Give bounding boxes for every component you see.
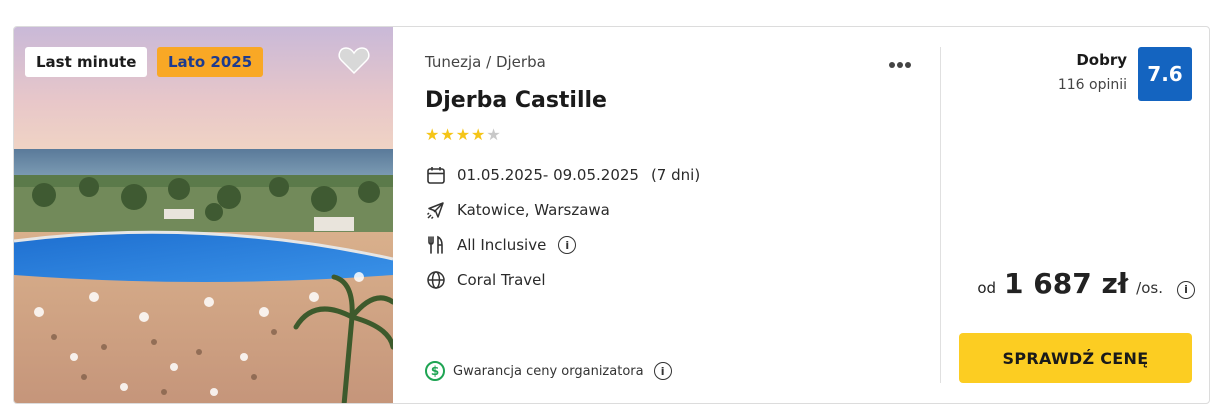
calendar-icon <box>425 164 447 186</box>
hotel-photo[interactable]: Last minute Lato 2025 <box>14 27 393 403</box>
hotel-card[interactable]: Last minute Lato 2025 Tunezja / Djerba D… <box>13 26 1210 404</box>
favorite-heart-icon[interactable] <box>338 45 370 75</box>
price-prefix: od <box>977 279 997 297</box>
star-icon: ★ <box>425 125 441 144</box>
star-empty-icon: ★ <box>486 125 502 144</box>
resort-image <box>14 27 393 403</box>
divider <box>940 47 941 383</box>
guarantee-text: Gwarancja ceny organizatora <box>453 363 644 379</box>
info-icon[interactable]: i <box>558 236 577 254</box>
rating-score-badge: 7.6 <box>1138 47 1192 101</box>
board-row: All Inclusive i <box>425 233 577 257</box>
departure-text: Katowice, Warszawa <box>457 201 610 219</box>
dollar-circle-icon: $ <box>425 361 445 381</box>
operator-text: Coral Travel <box>457 271 546 289</box>
season-badge: Lato 2025 <box>157 47 264 77</box>
duration-text: (7 dni) <box>650 166 701 184</box>
price-block: od 1 687 zł /os. i <box>977 267 1195 300</box>
globe-icon <box>425 269 447 291</box>
info-icon[interactable]: i <box>1177 280 1195 299</box>
board-text: All Inclusive <box>457 236 547 254</box>
star-icon: ★ <box>440 125 456 144</box>
price-amount: 1 687 zł <box>1004 267 1129 300</box>
star-icon: ★ <box>455 125 472 144</box>
last-minute-badge: Last minute <box>25 47 148 77</box>
breadcrumb[interactable]: Tunezja / Djerba <box>425 53 546 71</box>
star-rating: ★★★★★ <box>425 125 502 144</box>
operator-row: Coral Travel <box>425 268 546 292</box>
hotel-name[interactable]: Djerba Castille <box>425 88 607 113</box>
dates-text: 01.05.2025- 09.05.2025 <box>457 166 639 184</box>
departure-row: Katowice, Warszawa <box>425 198 610 222</box>
star-icon: ★ <box>471 125 487 144</box>
info-icon[interactable]: i <box>653 362 672 380</box>
cutlery-icon <box>425 234 447 256</box>
plane-icon <box>425 199 447 221</box>
dates-row: 01.05.2025- 09.05.2025 (7 dni) <box>425 163 700 187</box>
rating-label: Dobry <box>1076 51 1127 69</box>
price-suffix: /os. <box>1136 279 1163 297</box>
check-price-button[interactable]: SPRAWDŹ CENĘ <box>959 333 1192 383</box>
reviews-count[interactable]: 116 opinii <box>1058 77 1127 93</box>
price-guarantee: $ Gwarancja ceny organizatora i <box>425 361 672 381</box>
more-dots-icon[interactable] <box>889 53 919 73</box>
hotel-info: Tunezja / Djerba Djerba Castille ★★★★★ 0… <box>393 27 941 403</box>
